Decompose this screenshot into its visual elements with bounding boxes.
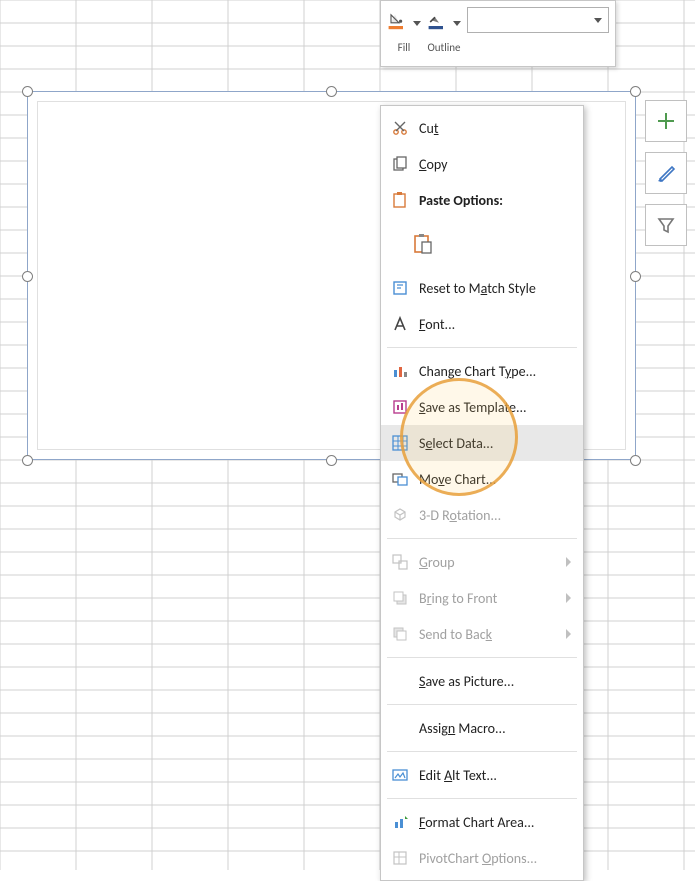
chart-styles-button[interactable]: [645, 152, 687, 194]
bring-front-label: Bring to Front: [419, 590, 566, 607]
pivot-options-icon: [389, 847, 411, 869]
reset-match-style-menu-item[interactable]: Reset to Match Style: [381, 270, 583, 306]
chevron-down-icon: [594, 18, 602, 23]
outline-icon: [427, 5, 461, 39]
3d-rotation-menu-item: 3-D Rotation...: [381, 497, 583, 533]
save-picture-label: Save as Picture...: [419, 673, 571, 690]
chevron-down-icon: [453, 21, 461, 26]
save-as-picture-menu-item[interactable]: Save as Picture...: [381, 663, 583, 699]
resize-handle[interactable]: [630, 455, 641, 466]
font-icon: [389, 313, 411, 335]
paste-options-label: Paste Options:: [419, 192, 571, 209]
format-area-label: Format Chart Area...: [419, 814, 571, 831]
menu-separator: [387, 657, 577, 658]
bring-front-icon: [389, 587, 411, 609]
mini-toolbar: Fill Outline: [380, 0, 616, 67]
fill-icon: [387, 5, 421, 39]
resize-handle[interactable]: [630, 271, 641, 282]
resize-handle[interactable]: [22, 455, 33, 466]
group-label: Group: [419, 554, 566, 571]
chart-elements-button[interactable]: [645, 100, 687, 142]
select-data-icon: [389, 432, 411, 454]
clipboard-icon: [409, 228, 437, 260]
copy-icon: [389, 153, 411, 175]
copy-label: Copy: [419, 156, 571, 173]
group-icon: [389, 551, 411, 573]
move-chart-icon: [389, 468, 411, 490]
alt-text-icon: [389, 764, 411, 786]
change-chart-type-menu-item[interactable]: Change Chart Type...: [381, 353, 583, 389]
menu-separator: [387, 347, 577, 348]
save-template-icon: [389, 396, 411, 418]
funnel-icon: [655, 214, 677, 236]
fill-label: Fill: [398, 41, 411, 54]
chevron-right-icon: [566, 557, 571, 567]
save-template-menu-item[interactable]: Save as Template...: [381, 389, 583, 425]
menu-separator: [387, 751, 577, 752]
group-menu-item: Group: [381, 544, 583, 580]
cut-menu-item[interactable]: Cut: [381, 110, 583, 146]
chevron-right-icon: [566, 629, 571, 639]
resize-handle[interactable]: [326, 455, 337, 466]
fill-button[interactable]: Fill: [387, 5, 421, 54]
resize-handle[interactable]: [326, 86, 337, 97]
chart-type-icon: [389, 360, 411, 382]
select-data-menu-item[interactable]: Select Data...: [381, 425, 583, 461]
paste-options-header: Paste Options:: [381, 182, 583, 218]
format-chart-area-menu-item[interactable]: Format Chart Area...: [381, 804, 583, 840]
chevron-right-icon: [566, 593, 571, 603]
copy-menu-item[interactable]: Copy: [381, 146, 583, 182]
chart-style-dropdown[interactable]: [467, 7, 609, 33]
resize-handle[interactable]: [22, 86, 33, 97]
paste-option-button[interactable]: [381, 218, 583, 270]
font-label: Font...: [419, 316, 571, 333]
chart-side-buttons: [645, 100, 687, 246]
chart-context-menu: Cut Copy Paste Options: Reset to Match S…: [380, 105, 584, 881]
alt-text-label: Edit Alt Text...: [419, 767, 571, 784]
3d-rotation-icon: [389, 504, 411, 526]
send-to-back-menu-item: Send to Back: [381, 616, 583, 652]
move-chart-label: Move Chart...: [419, 471, 571, 488]
assign-macro-menu-item[interactable]: Assign Macro...: [381, 710, 583, 746]
chevron-down-icon: [413, 21, 421, 26]
resize-handle[interactable]: [22, 271, 33, 282]
edit-alt-text-menu-item[interactable]: Edit Alt Text...: [381, 757, 583, 793]
scissors-icon: [389, 117, 411, 139]
plus-icon: [655, 110, 677, 132]
send-back-icon: [389, 623, 411, 645]
blank-icon: [389, 717, 411, 739]
assign-macro-label: Assign Macro...: [419, 720, 571, 737]
resize-handle[interactable]: [630, 86, 641, 97]
outline-label: Outline: [427, 41, 460, 54]
move-chart-menu-item[interactable]: Move Chart...: [381, 461, 583, 497]
3d-rotation-label: 3-D Rotation...: [419, 507, 571, 524]
paste-icon: [389, 189, 411, 211]
menu-separator: [387, 704, 577, 705]
brush-icon: [655, 162, 677, 184]
menu-separator: [387, 798, 577, 799]
reset-label: Reset to Match Style: [419, 280, 571, 297]
chart-filters-button[interactable]: [645, 204, 687, 246]
font-menu-item[interactable]: Font...: [381, 306, 583, 342]
save-template-label: Save as Template...: [419, 399, 571, 416]
change-chart-type-label: Change Chart Type...: [419, 363, 571, 380]
bring-to-front-menu-item: Bring to Front: [381, 580, 583, 616]
pivotchart-options-menu-item: PivotChart Options...: [381, 840, 583, 876]
reset-style-icon: [389, 277, 411, 299]
outline-button[interactable]: Outline: [427, 5, 461, 54]
select-data-label: Select Data...: [419, 435, 571, 452]
pivot-options-label: PivotChart Options...: [419, 850, 571, 867]
blank-icon: [389, 670, 411, 692]
format-area-icon: [389, 811, 411, 833]
send-back-label: Send to Back: [419, 626, 566, 643]
cut-label: Cut: [419, 120, 571, 137]
menu-separator: [387, 538, 577, 539]
